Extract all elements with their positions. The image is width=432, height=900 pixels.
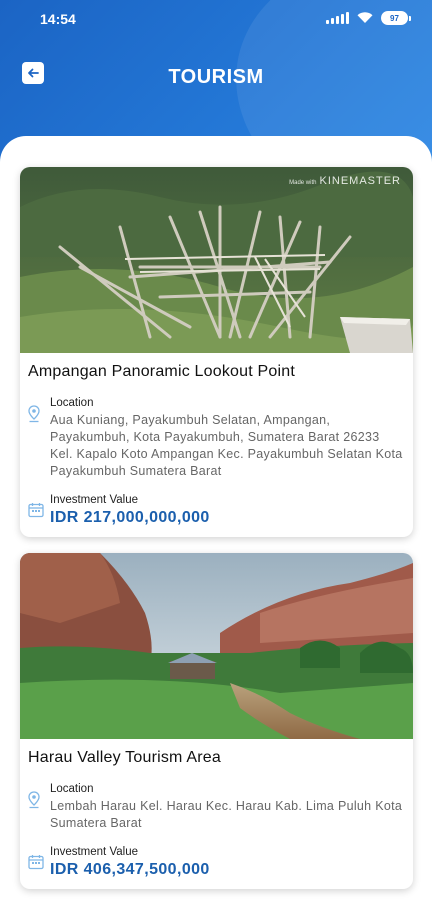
investment-label: Investment Value <box>50 494 139 506</box>
location-pin-icon <box>28 791 40 814</box>
calendar-money-icon <box>28 854 44 875</box>
location-row: Location Lembah Harau Kel. Harau Kec. Ha… <box>28 783 405 832</box>
card-photo: Made with KINEMASTER <box>20 167 413 353</box>
card-photo <box>20 553 413 739</box>
content-sheet: Made with KINEMASTER Ampangan Panoramic L… <box>0 136 432 900</box>
tourism-card[interactable]: Made with KINEMASTER Ampangan Panoramic L… <box>20 167 413 537</box>
location-row: Location Aua Kuniang, Payakumbuh Selatan… <box>28 397 405 480</box>
calendar-money-icon <box>28 502 44 523</box>
investment-row: Investment Value IDR 217,000,000,000 <box>28 494 405 527</box>
kinemaster-watermark: Made with KINEMASTER <box>289 175 401 187</box>
tourism-card[interactable]: Harau Valley Tourism Area Location Lemba… <box>20 553 413 889</box>
status-icons: 97 <box>326 11 411 25</box>
signal-icon <box>326 12 349 24</box>
investment-value: IDR 406,347,500,000 <box>50 861 210 878</box>
wifi-icon <box>357 12 373 24</box>
battery-icon: 97 <box>381 11 411 25</box>
card-title: Ampangan Panoramic Lookout Point <box>28 363 296 380</box>
status-bar: 14:54 97 <box>0 0 432 38</box>
location-pin-icon <box>28 405 40 428</box>
location-text: Aua Kuniang, Payakumbuh Selatan, Ampanga… <box>50 413 403 478</box>
investment-row: Investment Value IDR 406,347,500,000 <box>28 846 405 879</box>
card-title: Harau Valley Tourism Area <box>28 749 221 766</box>
location-label: Location <box>50 783 94 795</box>
page-title: TOURISM <box>168 66 264 88</box>
investment-value: IDR 217,000,000,000 <box>50 509 210 526</box>
status-time: 14:54 <box>40 11 76 27</box>
location-label: Location <box>50 397 94 409</box>
location-text: Lembah Harau Kel. Harau Kec. Harau Kab. … <box>50 799 403 830</box>
investment-label: Investment Value <box>50 846 139 858</box>
